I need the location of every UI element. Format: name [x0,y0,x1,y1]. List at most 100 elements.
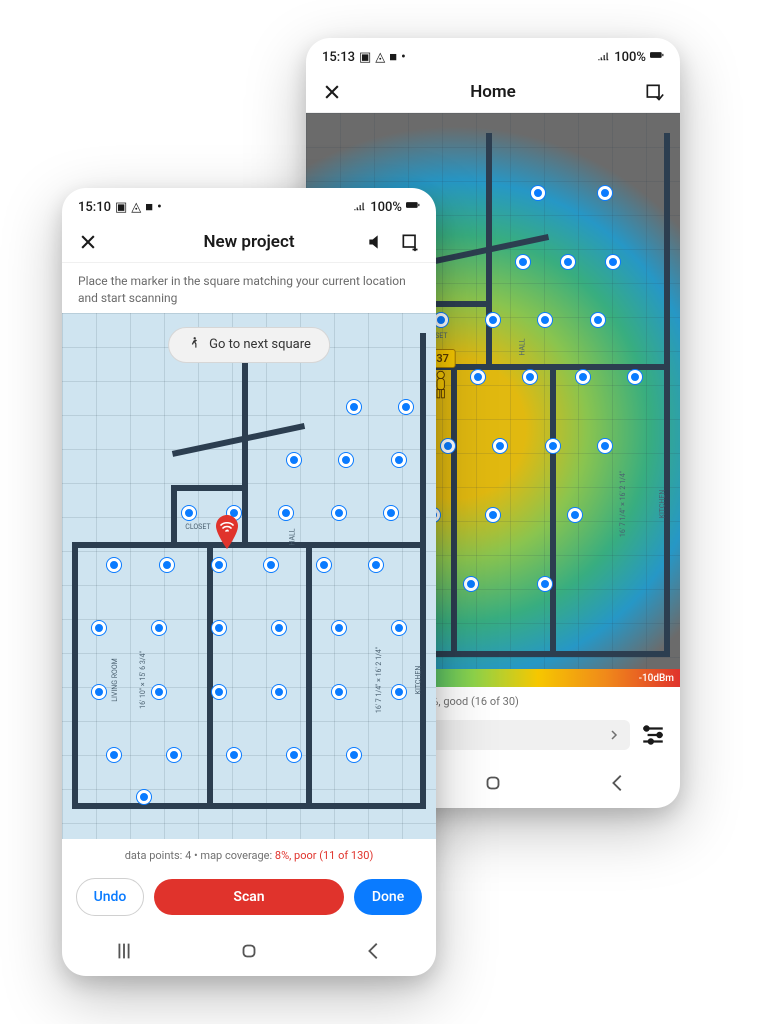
signal-icon [596,48,610,66]
scan-node [212,685,226,699]
scan-node [392,453,406,467]
scan-node [486,313,500,327]
statusbar-time: 15:10 [78,200,111,215]
scan-node [471,370,485,384]
cast-icon: ◬ [131,200,141,215]
scan-node [523,370,537,384]
crop-add-icon[interactable] [400,232,420,252]
scan-node [212,621,226,635]
room-label-living: LIVING ROOM [111,658,119,702]
scan-node [152,621,166,635]
scan-node [464,577,478,591]
chevron-right-icon [608,726,620,745]
coverage-stats-front: data points: 4 • map coverage: 8%, poor … [62,839,436,870]
filter-icon[interactable] [640,720,666,750]
scan-node [606,255,620,269]
scan-node [568,508,582,522]
android-navbar-front [62,930,436,976]
walk-icon [187,336,201,354]
scan-node [591,313,605,327]
crop-check-icon[interactable] [644,82,664,102]
scan-node [279,506,293,520]
statusbar-time: 15:13 [322,50,355,65]
scan-node [167,748,181,762]
nav-recent-icon[interactable] [113,940,135,962]
instruction-text: Place the marker in the square matching … [62,263,436,313]
legend-max-label: -10dBm [639,673,674,684]
scan-node [339,453,353,467]
scan-node [441,439,455,453]
scan-node [392,621,406,635]
scan-node [546,439,560,453]
scan-button[interactable]: Scan [154,879,344,915]
room-label-living-dim: 16' 10" × 15' 6 3/4" [139,651,147,709]
phone-front-frame: 15:10 ▣ ◬ ■ • 100% New project [62,188,436,976]
page-title-front: New project [142,232,356,252]
square-icon: ■ [389,49,397,65]
scan-node [332,621,346,635]
scan-node [399,400,413,414]
nav-home-icon[interactable] [238,940,260,962]
scan-node [538,313,552,327]
scan-node [212,558,226,572]
scan-node [264,558,278,572]
pill-label: Go to next square [209,337,311,352]
dot-icon: • [157,200,162,215]
image-icon: ▣ [115,200,127,215]
scan-node [486,508,500,522]
room-label-closet: CLOSET [185,523,210,531]
scan-node [561,255,575,269]
scan-node [272,621,286,635]
statusbar-front: 15:10 ▣ ◬ ■ • 100% [62,188,436,222]
scan-node [347,400,361,414]
scan-node [598,186,612,200]
scan-node [107,558,121,572]
scan-node [160,558,174,572]
cast-icon: ◬ [375,50,385,65]
statusbar-back: 15:13 ▣ ◬ ■ • 100% [306,38,680,72]
scan-node [493,439,507,453]
scan-node [538,577,552,591]
nav-back-icon[interactable] [363,940,385,962]
scan-node [628,370,642,384]
scan-node [347,748,361,762]
done-button[interactable]: Done [354,879,422,915]
close-icon[interactable] [322,82,342,102]
scan-node [182,506,196,520]
undo-button[interactable]: Undo [76,878,144,916]
scan-node [272,685,286,699]
room-label-kitchen-dim: 16' 7 1/4" × 16' 2 1/4" [619,471,627,537]
room-label-kitchen: KITCHEN [659,489,667,518]
appbar-front: New project [62,222,436,263]
wifi-pin[interactable] [214,515,240,549]
nav-home-icon[interactable] [482,772,504,794]
scan-node [576,370,590,384]
stats-prefix: data points: 4 • map coverage: [125,849,272,862]
scan-node [598,439,612,453]
scan-node [107,748,121,762]
room-label-hall: HALL [519,338,527,355]
scan-node [287,748,301,762]
controls-front: Undo Scan Done [62,870,436,930]
room-label-kitchen-dim: 16' 7 1/4" × 16' 2 1/4" [375,646,383,712]
scan-node [92,685,106,699]
appbar-back: Home [306,72,680,113]
close-icon[interactable] [78,232,98,252]
volume-icon[interactable] [366,232,386,252]
scan-canvas[interactable]: LIVING ROOM 16' 10" × 15' 6 3/4" KITCHEN… [62,313,436,839]
stats-value: 8%, poor (11 of 130) [275,849,373,862]
scan-node [392,685,406,699]
next-square-button[interactable]: Go to next square [168,327,330,363]
scan-node [369,558,383,572]
page-title-back: Home [386,82,600,102]
scan-node [137,790,151,804]
room-label-kitchen: KITCHEN [415,665,423,694]
scan-node [92,621,106,635]
scan-node [287,453,301,467]
nav-back-icon[interactable] [607,772,629,794]
image-icon: ▣ [359,50,371,65]
battery-icon [650,48,664,66]
battery-text: 100% [370,200,402,215]
scan-node [227,748,241,762]
dot-icon: • [401,50,406,65]
